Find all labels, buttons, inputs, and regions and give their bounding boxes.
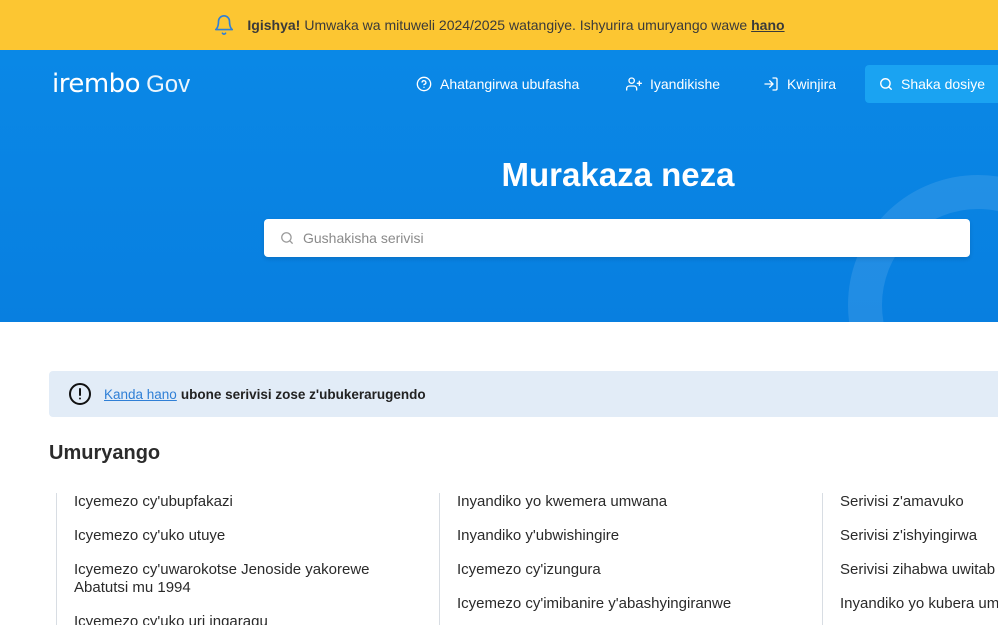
service-column-3: Serivisi z'amavuko Serivisi z'ishyingirw… — [822, 493, 998, 625]
nav-register-link[interactable]: Iyandikishe — [626, 65, 720, 103]
announcement-title: Igishya! — [247, 17, 301, 33]
search-icon — [281, 232, 293, 244]
service-link[interactable]: Icyemezo cy'imibanire y'abashyingiranwe — [457, 595, 799, 613]
service-category-link[interactable]: Serivisi z'ishyingirwa — [840, 527, 998, 545]
tourism-text: ubone serivisi zose z'ubukerarugendo — [180, 386, 426, 402]
service-link[interactable]: Inyandiko y'ubwishingire — [457, 527, 799, 545]
service-link[interactable]: Icyemezo cy'uwarokotse Jenoside yakorewe… — [74, 561, 394, 597]
tourism-info-banner: Kanda hano ubone serivisi zose z'ubukera… — [49, 371, 998, 417]
tourism-link[interactable]: Kanda hano — [104, 387, 177, 402]
service-column-1: Icyemezo cy'ubupfakazi Icyemezo cy'uko u… — [56, 493, 416, 625]
service-column-2: Inyandiko yo kwemera umwana Inyandiko y'… — [439, 493, 799, 625]
bell-icon — [213, 14, 235, 36]
nav-register-label: Iyandikishe — [650, 76, 721, 92]
service-link[interactable]: Icyemezo cy'izungura — [457, 561, 799, 579]
service-category-link[interactable]: Inyandiko yo kubera um — [840, 595, 998, 613]
log-in-icon — [764, 77, 778, 91]
announcement-bar: Igishya! Umwaka wa mituweli 2024/2025 wa… — [0, 0, 998, 50]
search-application-button[interactable]: Shaka dosiye — [865, 65, 998, 103]
section-title: Umuryango — [49, 442, 161, 464]
announcement-message: Umwaka wa mituweli 2024/2025 watangiye. … — [304, 17, 748, 33]
nav-help-label: Ahatangirwa ubufasha — [440, 76, 580, 92]
announcement-link[interactable]: hano — [751, 17, 784, 33]
service-search-input[interactable] — [303, 230, 943, 246]
nav-login-label: Kwinjira — [787, 76, 837, 92]
service-link[interactable]: Icyemezo cy'uko uri ingaragu — [74, 613, 416, 625]
service-search-box[interactable] — [264, 219, 970, 257]
help-circle-icon — [416, 76, 432, 92]
page-title: Murakaza neza — [501, 156, 735, 193]
hero-section: irembo Gov Ahatangirwa ubufasha Iyandiki… — [0, 50, 998, 322]
service-link[interactable]: Icyemezo cy'ubupfakazi — [74, 493, 416, 511]
service-category-link[interactable]: Serivisi z'amavuko — [840, 493, 998, 511]
service-link[interactable]: Inyandiko yo kwemera umwana — [457, 493, 799, 511]
user-plus-icon — [626, 77, 642, 91]
search-application-label: Shaka dosiye — [901, 76, 986, 92]
nav-login-link[interactable]: Kwinjira — [763, 65, 836, 103]
alert-circle-icon — [68, 382, 92, 406]
nav-help-link[interactable]: Ahatangirwa ubufasha — [416, 65, 579, 103]
search-icon — [880, 78, 892, 90]
service-category-link[interactable]: Serivisi zihabwa uwitab — [840, 561, 998, 579]
service-link[interactable]: Icyemezo cy'uko utuye — [74, 527, 416, 545]
top-nav: Ahatangirwa ubufasha Iyandikishe Kwinjir… — [0, 65, 998, 103]
